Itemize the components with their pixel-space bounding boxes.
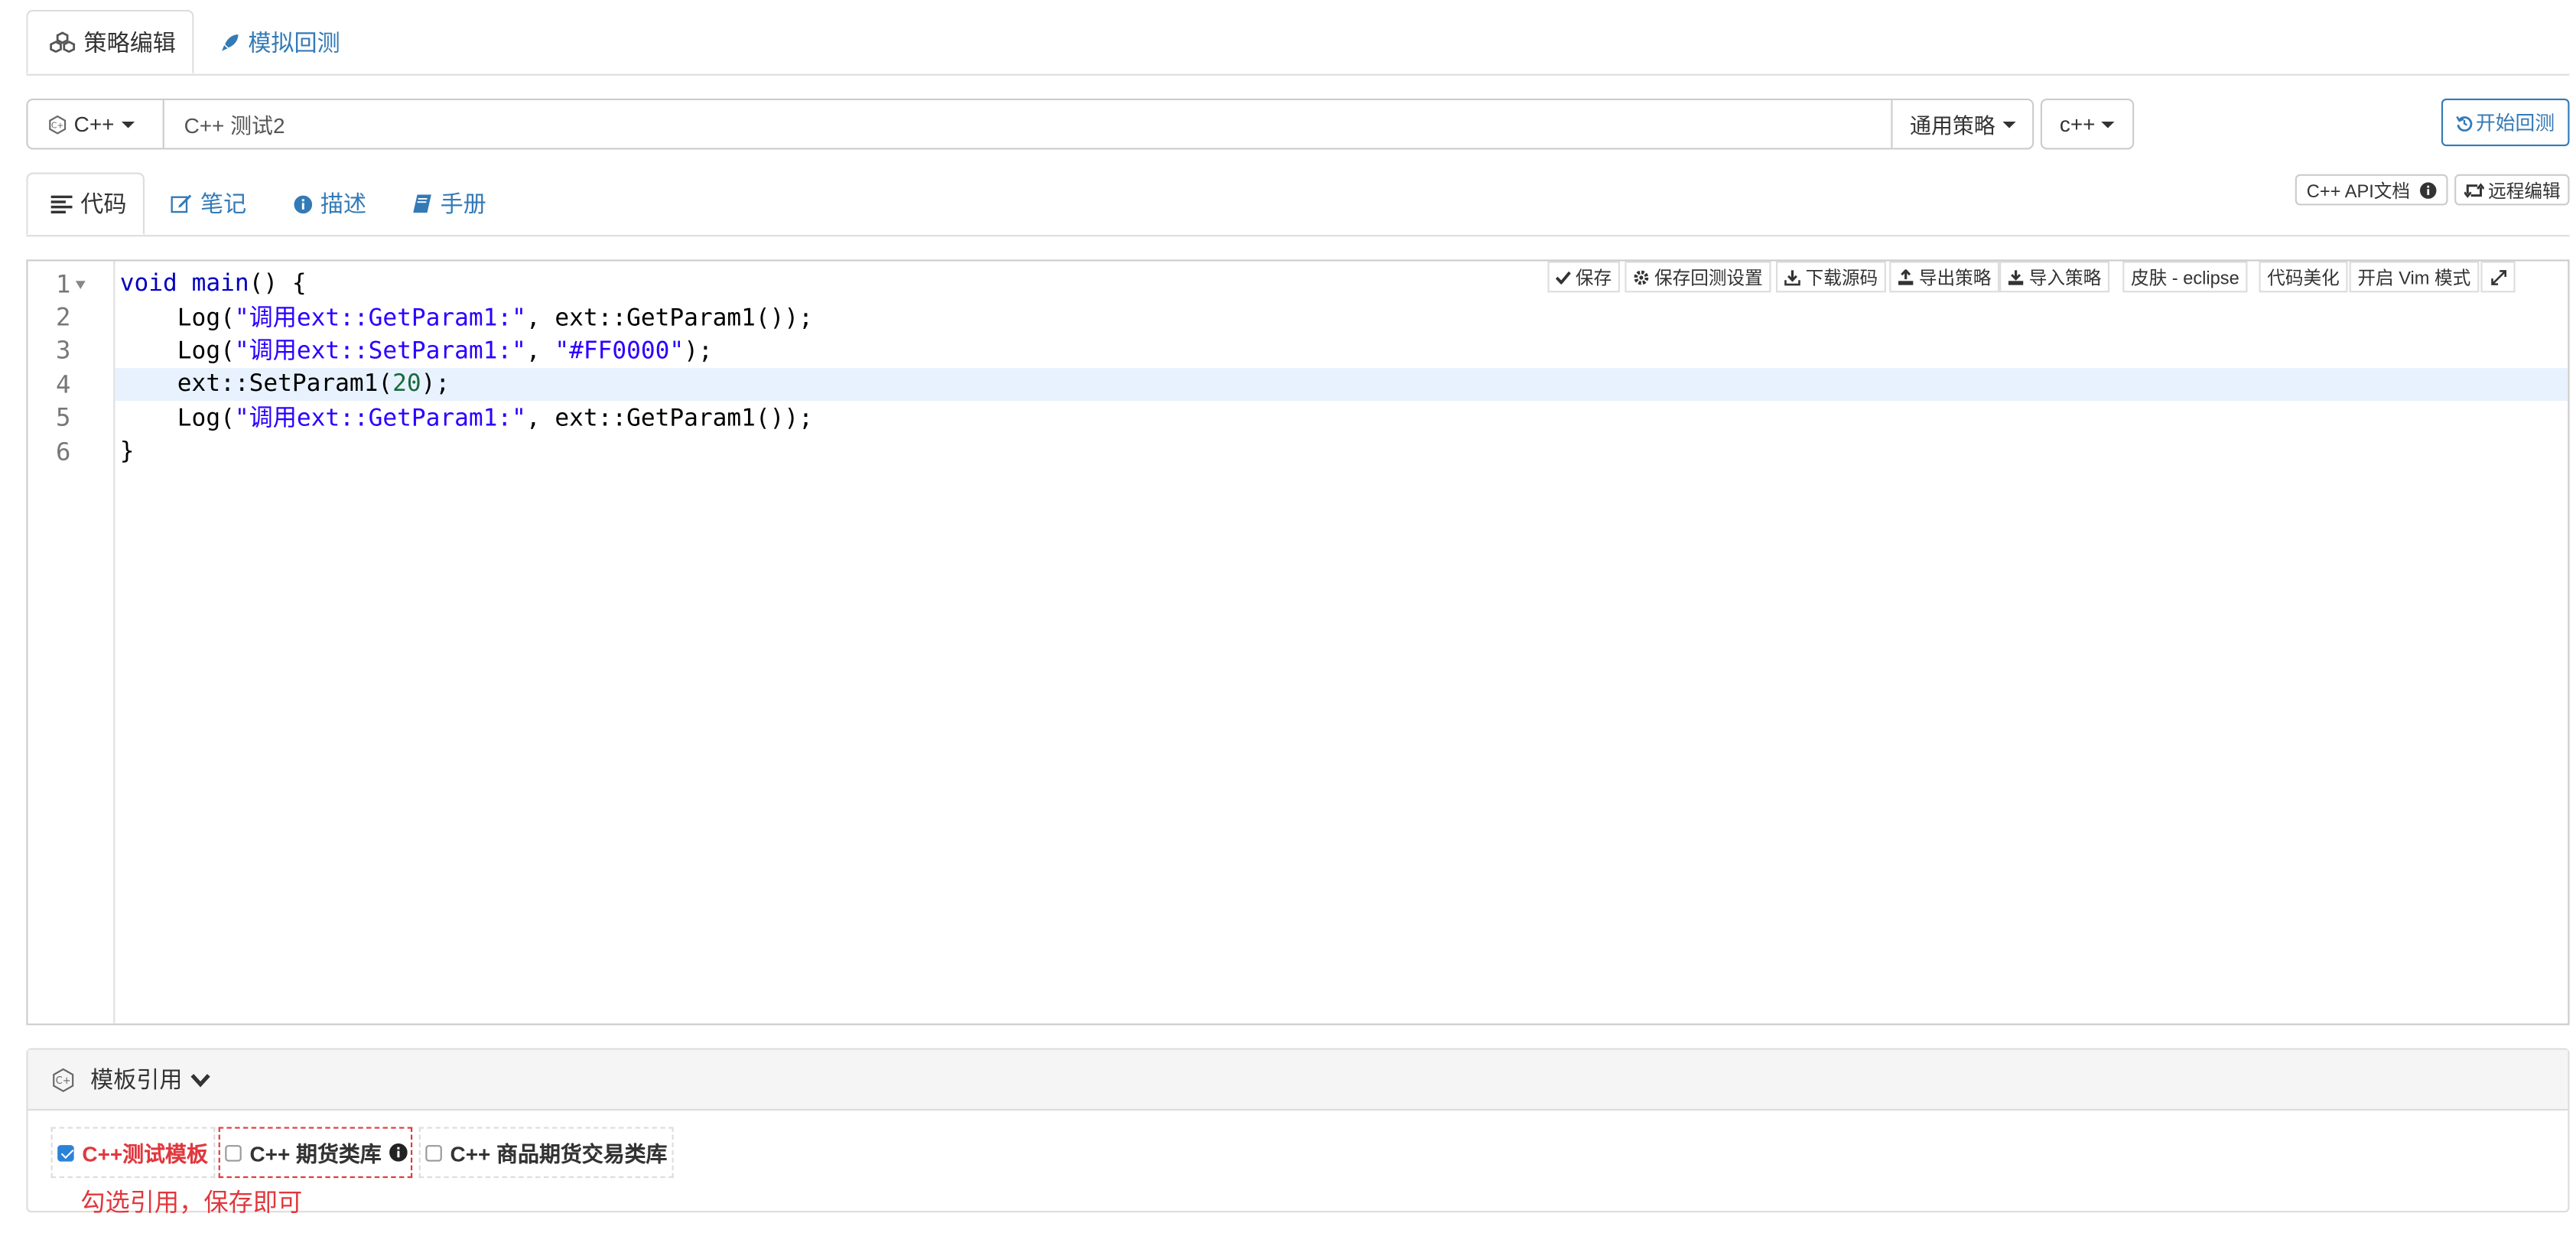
cpp-logo-icon: C+ <box>51 1067 76 1091</box>
code-beautify-label: 代码美化 <box>2267 268 2340 288</box>
tab-manual-label: 手册 <box>440 190 486 217</box>
code-beautify-button[interactable]: 代码美化 <box>2259 261 2348 293</box>
code-line-3: Log("调用ext::SetParam1:", "#FF0000"); <box>119 338 713 365</box>
retweet-icon <box>2463 181 2483 197</box>
tab-description[interactable]: 描述 <box>294 173 366 236</box>
active-line-highlight <box>115 368 2568 402</box>
version-label: c++ <box>2059 112 2096 137</box>
code-editor[interactable]: 1 2 3 4 5 6 void main() { Log("调用ext::Ge… <box>26 259 2570 1026</box>
template-label: C++ 期货类库 <box>249 1141 382 1167</box>
caret-down-icon <box>121 120 135 128</box>
tab-description-label: 描述 <box>320 190 367 217</box>
top-tab-bar: 策略编辑 模拟回测 <box>26 9 2570 76</box>
download-source-button[interactable]: 下载源码 <box>1775 261 1886 293</box>
tab-code[interactable]: 代码 <box>26 172 145 236</box>
template-reference-header[interactable]: C+ 模板引用 <box>28 1049 2568 1111</box>
code-line-4: ext::SetParam1(20); <box>119 371 450 398</box>
save-label: 保存 <box>1575 268 1612 288</box>
template-label: C++ 商品期货交易类库 <box>450 1141 668 1167</box>
export-strategy-label: 导出策略 <box>1918 268 1992 288</box>
tab-notes-label: 笔记 <box>200 190 247 217</box>
code-line-5: Log("调用ext::GetParam1:", ext::GetParam1(… <box>119 405 813 432</box>
line-number: 2 <box>55 302 71 332</box>
template-checkbox[interactable] <box>225 1144 242 1161</box>
caret-down-icon <box>2102 120 2116 128</box>
strategy-bar: C+ C++ 通用策略 <box>26 98 2034 150</box>
download-source-label: 下载源码 <box>1805 268 1878 288</box>
caret-down-icon <box>2002 120 2015 128</box>
fold-arrow-icon[interactable] <box>75 281 86 290</box>
template-item-cpp-test[interactable]: C++测试模板 <box>50 1127 216 1179</box>
remote-edit-button[interactable]: 远程编辑 <box>2454 174 2570 206</box>
template-reference-title: 模板引用 <box>90 1066 183 1093</box>
tab-manual[interactable]: 手册 <box>412 173 486 236</box>
template-checkbox[interactable] <box>425 1144 442 1161</box>
line-number: 5 <box>55 402 71 432</box>
code-line-2: Log("调用ext::GetParam1:", ext::GetParam1(… <box>119 305 813 332</box>
remote-edit-label: 远程编辑 <box>2488 181 2561 202</box>
save-backtest-settings-label: 保存回测设置 <box>1654 268 1763 288</box>
import-strategy-label: 导入策略 <box>2028 268 2102 288</box>
tab-strategy-edit-label: 策略编辑 <box>83 28 176 55</box>
strategy-name-input[interactable] <box>164 100 1891 148</box>
line-number: 1 <box>55 269 71 299</box>
tab-strategy-edit[interactable]: 策略编辑 <box>26 9 194 74</box>
category-dropdown[interactable]: 通用策略 <box>1891 100 2032 148</box>
export-icon <box>1898 268 1914 285</box>
annotation-note: 勾选引用，保存即可 <box>80 1189 303 1218</box>
info-circle-icon <box>2419 181 2437 198</box>
cubes-icon <box>49 31 76 53</box>
cpp-logo-icon: C+ <box>47 114 67 134</box>
gear-icon <box>1633 268 1649 285</box>
tab-simulate-backtest[interactable]: 模拟回测 <box>220 10 340 74</box>
info-circle-icon <box>294 194 313 213</box>
history-icon <box>2456 114 2473 131</box>
code-line-1: void main() { <box>119 271 307 298</box>
skin-selector-button[interactable]: 皮肤 - eclipse <box>2122 261 2248 293</box>
start-backtest-button[interactable]: 开始回测 <box>2441 98 2570 147</box>
tab-simulate-backtest-label: 模拟回测 <box>248 28 340 55</box>
book-icon <box>412 194 432 213</box>
line-number-gutter: 1 2 3 4 5 6 <box>28 261 115 1024</box>
export-strategy-button[interactable]: 导出策略 <box>1889 261 2000 293</box>
edit-icon <box>171 194 192 213</box>
tab-notes[interactable]: 笔记 <box>171 173 246 236</box>
import-icon <box>2008 268 2024 285</box>
vim-mode-button[interactable]: 开启 Vim 模式 <box>2349 261 2480 293</box>
check-icon <box>1556 270 1571 284</box>
line-number: 6 <box>55 437 71 467</box>
line-number: 3 <box>55 335 71 365</box>
download-icon <box>1784 268 1800 285</box>
tab-code-label: 代码 <box>80 190 127 217</box>
svg-text:C+: C+ <box>56 1075 71 1086</box>
template-item-cpp-futures-lib[interactable]: C++ 期货类库 <box>218 1127 413 1179</box>
rocket-icon <box>220 32 240 52</box>
api-docs-label: C++ API文档 <box>2306 181 2411 202</box>
align-left-icon <box>50 194 73 213</box>
chevron-down-icon <box>190 1072 210 1087</box>
expand-icon <box>2490 268 2506 285</box>
language-dropdown[interactable]: C+ C++ <box>28 100 164 148</box>
info-circle-icon <box>389 1143 408 1162</box>
version-dropdown[interactable]: c++ <box>2040 98 2135 150</box>
fullscreen-button[interactable] <box>2480 261 2516 293</box>
line-number: 4 <box>55 369 71 399</box>
template-label: C++测试模板 <box>82 1141 208 1167</box>
save-backtest-settings-button[interactable]: 保存回测设置 <box>1625 261 1771 293</box>
vim-mode-label: 开启 Vim 模式 <box>2357 268 2471 288</box>
cpp-api-docs-button[interactable]: C++ API文档 <box>2295 174 2448 206</box>
template-checkbox[interactable] <box>57 1144 74 1161</box>
save-button[interactable]: 保存 <box>1547 261 1620 293</box>
skin-label: 皮肤 - eclipse <box>2130 268 2239 288</box>
svg-text:C+: C+ <box>51 119 64 129</box>
template-item-cpp-commodity-futures-lib[interactable]: C++ 商品期货交易类库 <box>418 1127 674 1179</box>
code-line-6: } <box>119 438 135 465</box>
import-strategy-button[interactable]: 导入策略 <box>1999 261 2110 293</box>
language-label: C++ <box>73 112 115 137</box>
category-label: 通用策略 <box>1910 113 1995 138</box>
start-backtest-label: 开始回测 <box>2476 112 2555 135</box>
code-tab-bar: 代码 笔记 描述 手册 <box>26 172 2570 237</box>
